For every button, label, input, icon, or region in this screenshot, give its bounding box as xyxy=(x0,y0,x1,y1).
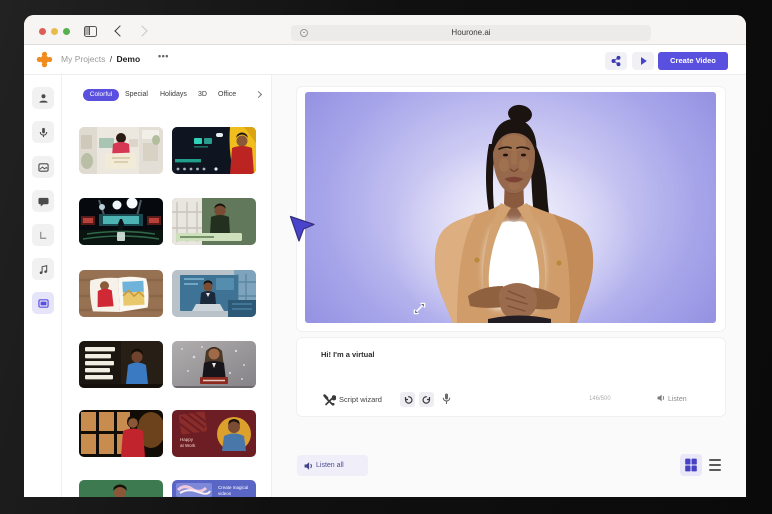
svg-text:at Work: at Work xyxy=(180,443,196,448)
svg-text:Create magical: Create magical xyxy=(218,485,248,490)
svg-text:Happy: Happy xyxy=(180,437,194,442)
svg-text:videos: videos xyxy=(218,491,232,496)
